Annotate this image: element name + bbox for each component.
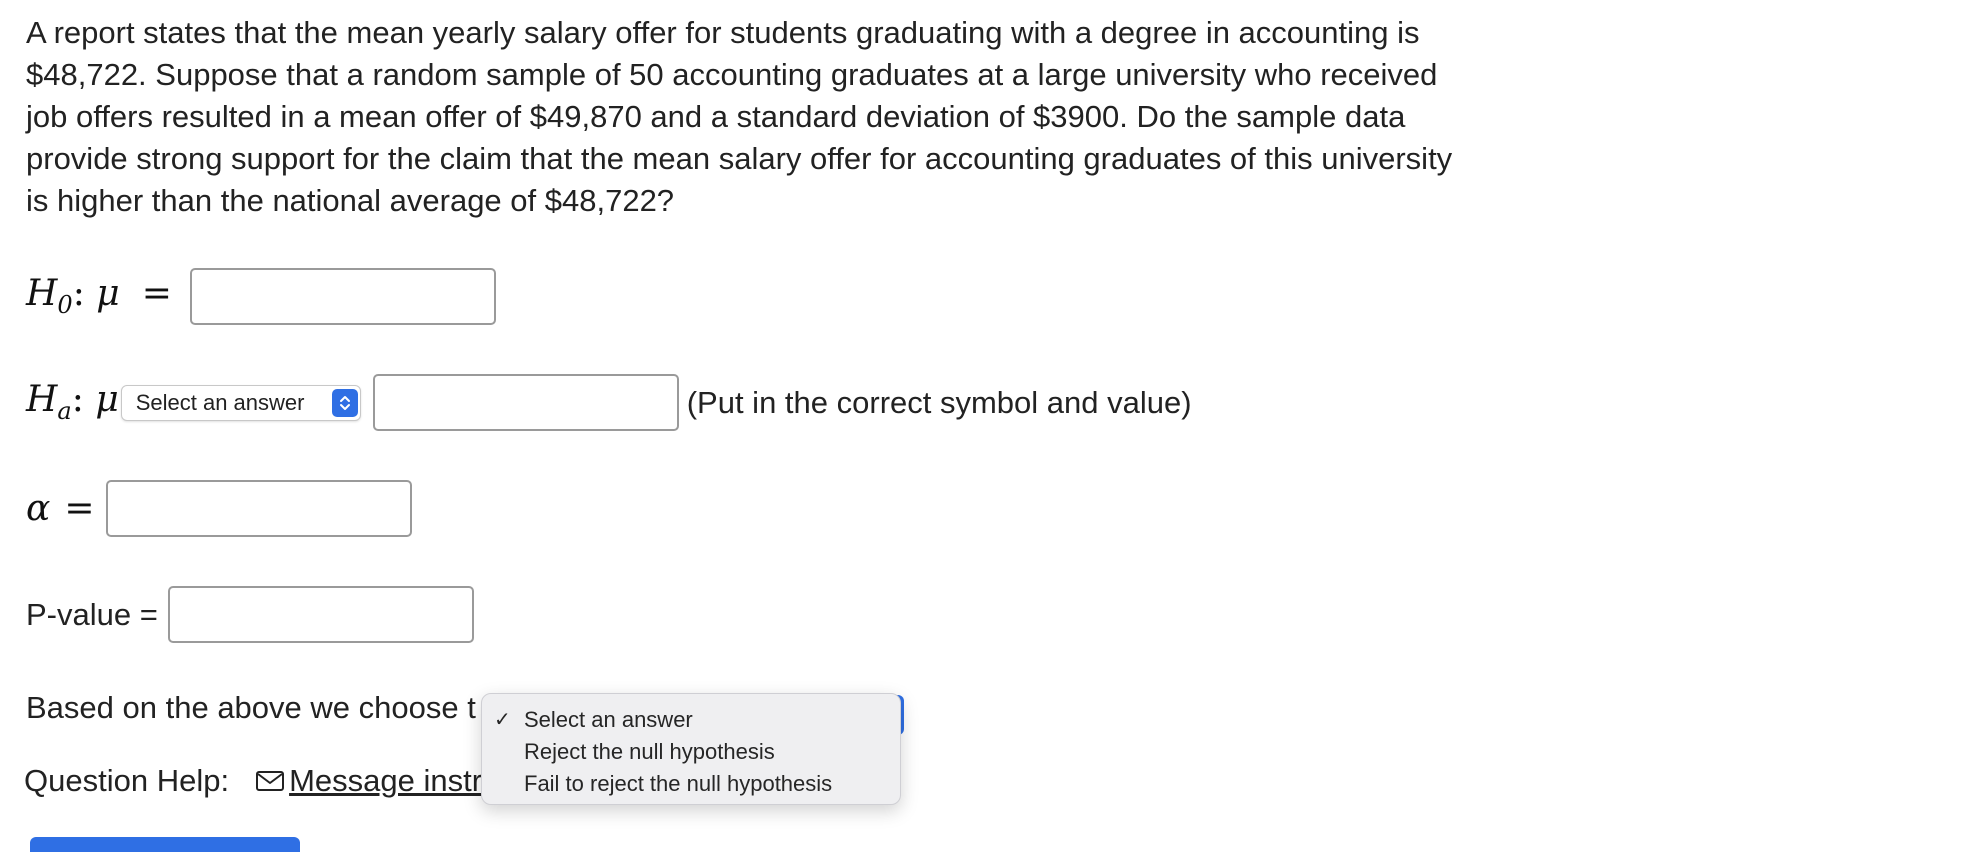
alt-hypothesis-value-input[interactable] [372, 374, 679, 431]
colon-symbol: : [72, 273, 85, 315]
dropdown-option-label: Fail to reject the null hypothesis [524, 771, 833, 796]
question-help-label: Question Help: [24, 763, 230, 798]
message-instructor-label: Message instru [289, 763, 500, 798]
dropdown-option-reject-null[interactable]: Reject the null hypothesis [482, 736, 900, 768]
colon-symbol: : [71, 379, 84, 421]
p-value-input[interactable] [167, 586, 474, 643]
equals-symbol: = [141, 273, 172, 315]
decision-dropdown-menu: ✓ Select an answer Reject the null hypot… [481, 693, 901, 805]
null-hypothesis-value-input[interactable] [189, 268, 496, 325]
mu-symbol: μ [95, 379, 119, 421]
alt-hypothesis-label: Ha: μ [26, 379, 119, 425]
p-value-label: P-value = [26, 596, 158, 632]
checkmark-icon: ✓ [494, 709, 511, 731]
question-help: Question Help: Message instru [24, 763, 499, 799]
h-symbol: H [26, 273, 58, 315]
question-text: A report states that the mean yearly sal… [26, 15, 1453, 218]
null-hypothesis-row: H0: μ = [26, 268, 496, 325]
alt-hypothesis-symbol-select[interactable]: Select an answer [120, 384, 361, 421]
message-instructor-link[interactable]: Message instru [255, 763, 499, 799]
alpha-value-input[interactable] [106, 480, 413, 537]
h-subscript: 0 [57, 291, 73, 320]
dropdown-option-label: Reject the null hypothesis [524, 739, 775, 764]
mu-symbol: μ [96, 273, 120, 315]
alpha-label: α = [26, 488, 106, 529]
p-value-row: P-value = [26, 586, 474, 643]
alt-hypothesis-hint: (Put in the correct symbol and value) [686, 384, 1192, 420]
dropdown-option-fail-to-reject-null[interactable]: Fail to reject the null hypothesis [482, 768, 900, 800]
alt-hypothesis-row: Ha: μ Select an answer (Put in the corre… [26, 374, 1192, 431]
dropdown-option-select-an-answer[interactable]: ✓ Select an answer [482, 704, 900, 736]
equals-symbol: = [64, 488, 95, 529]
select-value: Select an answer [135, 389, 305, 415]
alpha-row: α = [26, 480, 413, 537]
h-subscript: a [57, 397, 72, 426]
decision-prefix: Based on the above we choose t [26, 690, 476, 725]
mail-icon [255, 769, 285, 793]
h-symbol: H [26, 379, 58, 421]
alpha-symbol: α [26, 488, 51, 529]
updown-chevron-icon [331, 388, 358, 417]
submit-button[interactable] [30, 837, 300, 852]
dropdown-option-label: Select an answer [524, 707, 693, 732]
null-hypothesis-label: H0: μ = [26, 273, 190, 319]
